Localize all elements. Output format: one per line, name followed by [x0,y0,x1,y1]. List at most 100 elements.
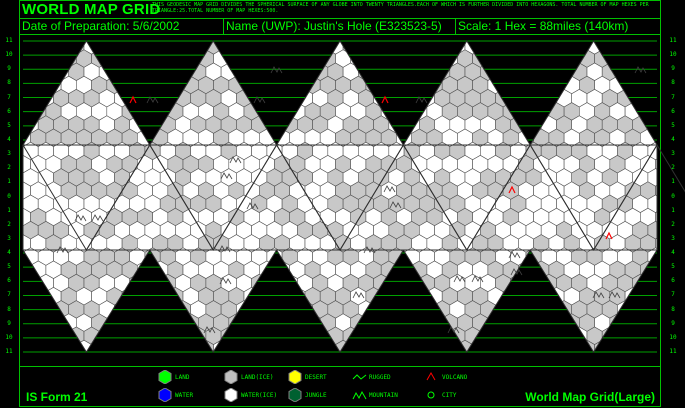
map-hex [396,260,413,279]
map-hex [426,41,443,42]
map-hex [540,41,557,55]
mountain-icon [352,390,367,400]
row-number-left: 10 [5,51,13,59]
map-hex [76,41,92,42]
legend-swatch [288,388,302,402]
map-hex [548,41,565,42]
row-number-left: 11 [5,348,13,355]
map-hex [159,41,176,55]
map-hex [518,41,534,42]
map-hex [434,41,451,55]
map-hex [540,326,557,345]
row-number-right: 5 [671,263,675,271]
map-hex [357,326,374,345]
map-hex [396,339,413,352]
map-hex [426,339,443,352]
map-hex [380,49,397,68]
map-hex [495,326,512,345]
map-hex [403,62,420,81]
legend-label: WATER(ICE) [241,392,278,399]
map-hex [106,41,123,42]
map-hex [37,326,54,345]
row-number-right: 0 [671,192,675,200]
row-number-right: 8 [671,79,675,87]
map-hex [243,75,260,95]
map-hex [60,339,77,352]
row-number-right: 2 [671,164,675,172]
map-hex [639,339,656,352]
map-hex [274,287,291,306]
row-number-left: 10 [5,333,13,341]
map-hex [556,41,573,55]
map-hex [479,41,496,55]
map-hex [121,41,138,42]
map-hex [502,313,519,332]
map-hex [23,41,31,42]
map-hex [396,313,413,332]
map-hex [457,41,473,42]
map-hex [137,339,153,352]
row-number-right: 7 [671,291,675,299]
map-hex [380,339,397,352]
map-hex [487,313,504,332]
legend-label: WATER [175,392,194,399]
map-hex [98,326,115,345]
row-number-right: 3 [671,234,675,242]
map-hex [175,326,191,345]
map-hex [380,75,397,95]
row-number-right: 6 [671,277,675,285]
map-hex [373,62,390,81]
map-hex [487,49,504,68]
map-hex [121,313,138,332]
map-hex [601,41,618,55]
map-hex [563,49,580,68]
row-number-left: 8 [7,305,11,313]
row-number-right: 7 [671,93,675,101]
map-hex [609,41,626,42]
map-hex [258,49,275,68]
map-hex [175,41,191,55]
row-number-right: 5 [671,121,675,129]
map-hex [624,75,641,95]
row-number-left: 6 [7,107,11,115]
map-hex [236,326,252,345]
map-hex [357,41,374,55]
map-hex [106,49,123,68]
map-hex [182,41,199,42]
map-hex [502,339,519,352]
map-hex [159,326,176,345]
map-hex [525,41,542,55]
row-number-right: 2 [671,220,675,228]
map-hex [91,41,108,42]
legend-label: JUNGLE [305,392,327,399]
map-hex [609,339,626,352]
map-hex [365,313,382,332]
map-hex [289,41,306,42]
map-hex [23,287,31,306]
map-hex [403,326,420,345]
row-number-left: 6 [7,277,11,285]
map-hex [510,89,527,108]
map-hex [365,49,382,68]
map-hex [144,326,161,345]
legend-swatch [158,370,172,384]
row-number-left: 3 [7,150,11,158]
map-hex [495,41,512,55]
row-number-right: 11 [669,348,677,355]
map-hex [510,326,527,345]
map-hex [258,287,275,306]
map-hex [23,313,31,332]
map-hex [152,287,169,306]
row-number-left: 1 [7,206,11,214]
row-number-right: 11 [669,37,677,44]
map-hex [533,75,550,95]
map-hex [23,260,31,279]
map-hex [365,339,382,352]
map-hex [213,41,230,42]
map-hex [129,41,146,55]
map-hex [30,287,47,306]
map-hex [388,62,405,81]
map-hex [632,41,649,55]
row-number-left: 7 [7,93,11,101]
map-hex [137,313,153,332]
